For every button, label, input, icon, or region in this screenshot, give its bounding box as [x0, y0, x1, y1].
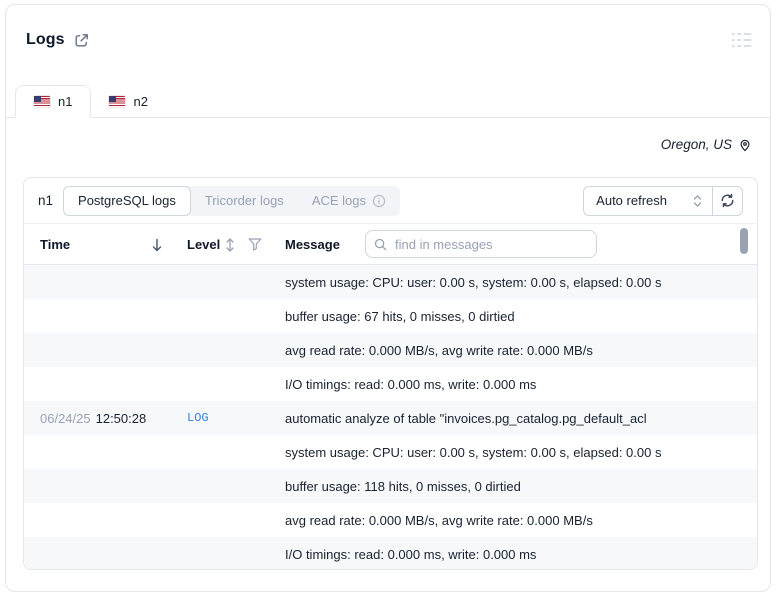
table-row[interactable]: avg read rate: 0.000 MB/s, avg write rat… [24, 503, 757, 537]
table-row[interactable]: buffer usage: 67 hits, 0 misses, 0 dirti… [24, 299, 757, 333]
message-cell: system usage: CPU: user: 0.00 s, system:… [285, 274, 662, 290]
segment-postgresql-logs[interactable]: PostgreSQL logs [63, 185, 191, 216]
sort-desc-icon[interactable] [151, 224, 163, 265]
column-label-message: Message [285, 237, 340, 252]
tab-label: n2 [133, 94, 148, 109]
location-pin-icon [740, 139, 750, 151]
log-date: 06/24/25 [40, 410, 91, 426]
table-row[interactable]: system usage: CPU: user: 0.00 s, system:… [24, 435, 757, 469]
table-row[interactable]: buffer usage: 118 hits, 0 misses, 0 dirt… [24, 469, 757, 503]
refresh-icon [721, 193, 734, 208]
time-cell [40, 469, 45, 503]
info-icon [372, 194, 386, 207]
segment-label: PostgreSQL logs [78, 193, 176, 208]
segment-label: ACE logs [311, 193, 367, 208]
column-label-time: Time [40, 237, 71, 252]
table-row[interactable]: I/O timings: read: 0.000 ms, write: 0.00… [24, 537, 757, 569]
time-cell [40, 333, 45, 367]
column-level[interactable]: Level [187, 224, 220, 265]
table-row[interactable]: system usage: CPU: user: 0.00 s, system:… [24, 265, 757, 299]
region-indicator: Oregon, US [661, 137, 752, 152]
search-input[interactable] [393, 235, 588, 253]
time-cell [40, 503, 45, 537]
tab-n1[interactable]: n1 [15, 85, 92, 118]
message-cell: I/O timings: read: 0.000 ms, write: 0.00… [285, 376, 537, 392]
page-title: Logs [26, 31, 65, 48]
time-cell: 06/24/25 12:50:28 [40, 401, 146, 435]
logs-screen: Logs n1 n2 Oregon, US n1 PostgreSQL logs… [0, 0, 777, 596]
region-label: Oregon, US [660, 137, 732, 152]
table-header: Time Level Message find in messages [24, 224, 757, 265]
log-table-body: system usage: CPU: user: 0.00 s, system:… [24, 265, 757, 569]
us-flag-icon [34, 96, 50, 107]
log-source-switcher: PostgreSQL logs Tricorder logs ACE logs [63, 185, 401, 216]
log-time: 12:50:28 [95, 410, 147, 426]
filter-funnel-icon[interactable] [248, 224, 262, 265]
message-cell: I/O timings: read: 0.000 ms, write: 0.00… [285, 546, 537, 562]
chevron-updown-icon [693, 194, 702, 207]
time-cell [40, 299, 45, 333]
time-cell [40, 537, 45, 569]
level-cell: LOG [187, 411, 209, 425]
panel-header: Logs [26, 31, 90, 49]
node-label: n1 [38, 193, 54, 208]
message-cell: buffer usage: 67 hits, 0 misses, 0 dirti… [285, 308, 515, 324]
table-row[interactable]: avg read rate: 0.000 MB/s, avg write rat… [24, 333, 757, 367]
legend-list-icon[interactable] [730, 29, 754, 51]
scrollbar-thumb[interactable] [740, 228, 748, 254]
message-search [365, 230, 597, 258]
segment-tricorder-logs[interactable]: Tricorder logs [191, 186, 298, 216]
time-cell [40, 367, 45, 401]
column-message: Message [285, 224, 340, 265]
tab-label: n1 [58, 94, 73, 109]
message-cell: buffer usage: 118 hits, 0 misses, 0 dirt… [285, 478, 521, 494]
table-row[interactable]: 06/24/25 12:50:28 LOG automatic analyze of … [24, 401, 757, 435]
message-cell: automatic analyze of table "invoices.pg_… [285, 410, 647, 426]
node-tabstrip: n1 n2 [6, 85, 770, 118]
segment-label: Tricorder logs [204, 193, 284, 208]
time-cell [40, 435, 45, 469]
tab-n2[interactable]: n2 [91, 85, 165, 118]
logs-panel: Logs n1 n2 Oregon, US n1 PostgreSQL logs… [5, 4, 771, 592]
table-row[interactable]: I/O timings: read: 0.000 ms, write: 0.00… [24, 367, 757, 401]
segment-ace-logs[interactable]: ACE logs [298, 186, 400, 216]
time-cell [40, 265, 45, 299]
refresh-button[interactable] [712, 186, 742, 215]
refresh-controls: Auto refresh [583, 185, 743, 216]
logs-toolbar: n1 PostgreSQL logs Tricorder logs ACE lo… [24, 178, 757, 224]
message-cell: system usage: CPU: user: 0.00 s, system:… [285, 444, 662, 460]
auto-refresh-select[interactable]: Auto refresh [584, 187, 712, 215]
external-link-icon[interactable] [73, 32, 90, 49]
auto-refresh-value: Auto refresh [596, 193, 667, 208]
message-cell: avg read rate: 0.000 MB/s, avg write rat… [285, 342, 593, 358]
message-cell: avg read rate: 0.000 MB/s, avg write rat… [285, 512, 593, 528]
search-icon [374, 238, 387, 250]
column-label-level: Level [187, 237, 221, 252]
sort-toggle-icon[interactable] [225, 224, 235, 265]
logs-card: n1 PostgreSQL logs Tricorder logs ACE lo… [23, 177, 758, 570]
us-flag-icon [109, 96, 126, 107]
column-time[interactable]: Time [40, 224, 70, 265]
